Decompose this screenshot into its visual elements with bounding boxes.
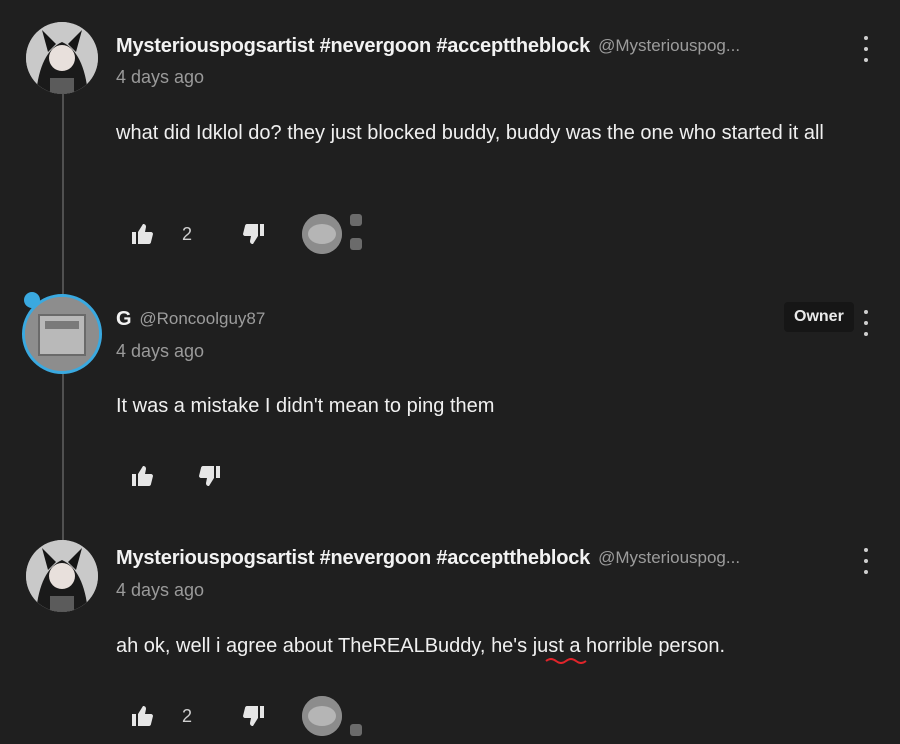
dislike-button[interactable] xyxy=(242,222,266,246)
thumbs-up-icon xyxy=(132,706,153,726)
thumbs-down-icon xyxy=(199,466,220,486)
creator-heart-avatar xyxy=(302,214,342,254)
dislike-button[interactable] xyxy=(242,704,266,728)
comment-text-part: ah ok, well i agree about TheREALBuddy, xyxy=(116,635,492,657)
heart-icon xyxy=(350,214,362,226)
comment-body: It was a mistake I didn't mean to ping t… xyxy=(116,395,495,417)
more-options-button[interactable] xyxy=(860,310,872,336)
comment-timestamp: 4 days ago xyxy=(116,580,205,600)
author-name[interactable]: Mysteriouspogsartist #nevergoon #acceptt… xyxy=(116,547,590,570)
creator-heart-avatar xyxy=(302,696,342,736)
like-button[interactable] xyxy=(130,704,154,728)
comment-header: Mysteriouspogsartist #nevergoon #acceptt… xyxy=(116,32,740,60)
more-options-button[interactable] xyxy=(860,36,872,62)
thumbs-down-icon xyxy=(243,224,264,244)
more-options-button[interactable] xyxy=(860,548,872,574)
dislike-button[interactable] xyxy=(198,464,222,488)
spellcheck-flagged-word: he's xyxy=(491,635,528,657)
reply-icon xyxy=(350,238,362,250)
like-count: 2 xyxy=(182,706,193,726)
like-count: 2 xyxy=(182,224,193,244)
comment-timestamp: 4 days ago xyxy=(116,341,205,361)
avatar-mysteriouspogsartist[interactable] xyxy=(26,540,98,612)
owner-badge: Owner xyxy=(784,302,854,332)
thumbs-down-icon xyxy=(243,706,264,726)
author-handle[interactable]: @Roncoolguy87 xyxy=(139,309,265,329)
comment-header: G @Roncoolguy87 xyxy=(116,305,265,333)
author-handle[interactable]: @Mysteriouspog... xyxy=(598,548,740,568)
comment-text-part: just a horrible person. xyxy=(527,635,726,657)
heart-icon xyxy=(350,724,362,736)
spellcheck-underline xyxy=(545,658,587,664)
comment-body: ah ok, well i agree about TheREALBuddy, … xyxy=(116,630,836,663)
more-vertical-icon xyxy=(864,36,868,40)
author-name[interactable]: Mysteriouspogsartist #nevergoon #acceptt… xyxy=(116,35,590,58)
more-vertical-icon xyxy=(864,310,868,314)
comment-body: what did Idklol do? they just blocked bu… xyxy=(116,122,824,144)
like-button[interactable] xyxy=(130,222,154,246)
author-name[interactable]: G xyxy=(116,308,132,331)
like-button[interactable] xyxy=(130,464,154,488)
thumbs-up-icon xyxy=(132,224,153,244)
comment-timestamp: 4 days ago xyxy=(116,67,205,87)
comment-header: Mysteriouspogsartist #nevergoon #acceptt… xyxy=(116,544,740,572)
avatar-owner[interactable] xyxy=(22,294,102,374)
author-handle[interactable]: @Mysteriouspog... xyxy=(598,36,740,56)
avatar-mysteriouspogsartist[interactable] xyxy=(26,22,98,94)
more-vertical-icon xyxy=(864,548,868,552)
thumbs-up-icon xyxy=(132,466,153,486)
